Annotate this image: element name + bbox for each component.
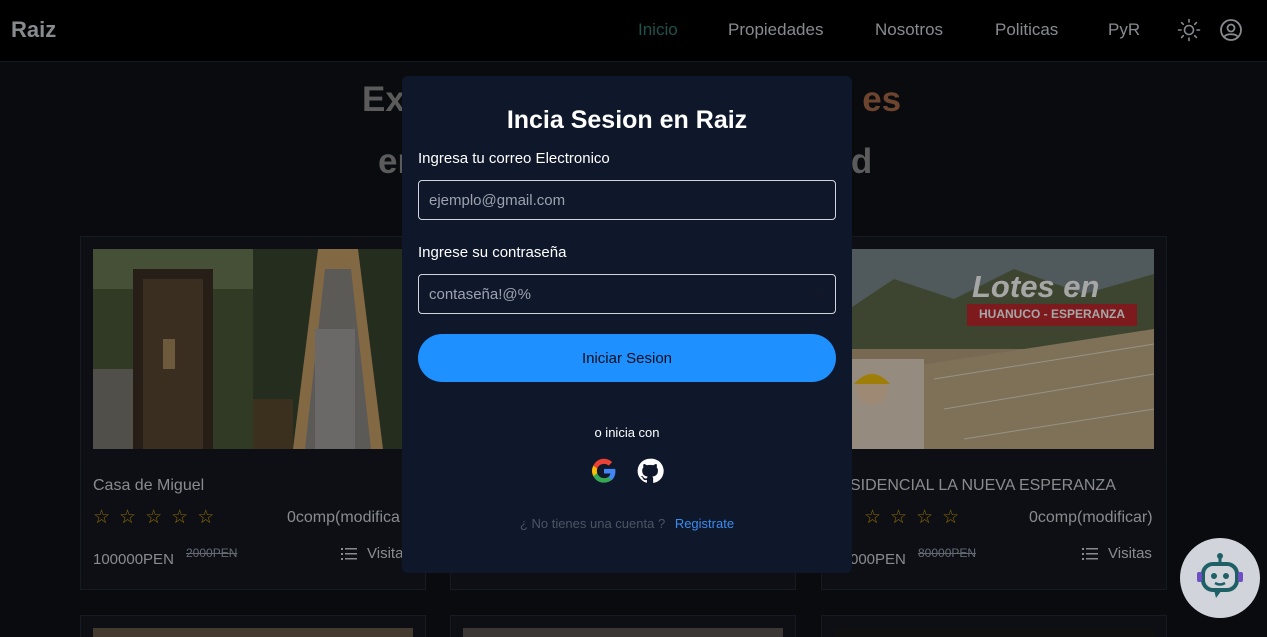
modal-title: Incia Sesion en Raiz: [506, 106, 748, 134]
login-modal: Incia Sesion en Raiz Ingresa tu correo E…: [402, 76, 852, 573]
password-field[interactable]: [418, 274, 836, 314]
chatbot-button[interactable]: [1180, 538, 1260, 618]
register-link[interactable]: Registrate: [675, 516, 734, 531]
or-text: o inicia con: [594, 425, 660, 440]
robot-icon: [1197, 553, 1243, 598]
github-icon[interactable]: [636, 457, 664, 485]
email-field[interactable]: [418, 180, 836, 220]
google-icon[interactable]: [590, 457, 618, 485]
register-question: ¿ No tienes una cuenta ?: [519, 516, 666, 531]
register-row: ¿ No tienes una cuenta ? Registrate: [402, 516, 852, 531]
eye-slash-icon[interactable]: [808, 284, 828, 304]
email-label: Ingresa tu correo Electronico: [418, 150, 610, 167]
password-label: Ingrese su contraseña: [418, 244, 567, 261]
login-submit-button[interactable]: Iniciar Sesion: [418, 334, 836, 382]
